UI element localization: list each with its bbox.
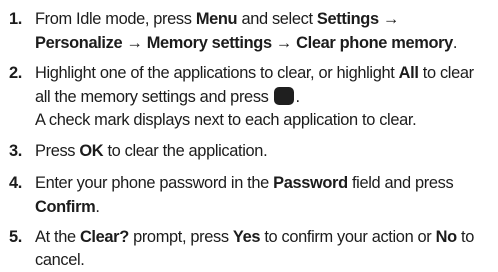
personalize-keyword: Personalize [35,34,123,52]
step-2-line-2: all the memory settings and press. [35,87,300,106]
step-4-line-2: Confirm. [35,198,100,216]
instruction-document: 1. From Idle mode, press Menu and select… [0,0,498,272]
step-number: 5. [9,228,22,246]
arrow-icon: → [271,34,297,52]
step-5-line-2: cancel. [35,251,85,269]
arrow-icon: → [122,34,147,52]
step-number: 4. [9,174,22,192]
memory-settings-keyword: Memory settings [146,34,272,52]
phone-select-key-icon [273,87,294,105]
confirm-keyword: Confirm [35,198,96,216]
step-1-line-2: Personalize → Memory settings → Clear ph… [35,34,458,52]
clear-prompt-keyword: Clear? [79,228,129,246]
arrow-icon: → [378,10,399,28]
settings-keyword: Settings [316,10,379,28]
ok-keyword: OK [79,142,104,160]
step-1-line-1: From Idle mode, press Menu and select Se… [35,10,399,28]
step-number: 3. [9,142,22,160]
step-2-line-1: Highlight one of the applications to cle… [35,64,474,82]
step-number: 1. [9,10,22,28]
step-3-line-1: Press OK to clear the application. [35,142,268,160]
menu-keyword: Menu [195,10,238,28]
clear-phone-memory-keyword: Clear phone memory [296,34,453,52]
password-keyword: Password [273,174,348,192]
step-5-line-1: At the Clear? prompt, press Yes to confi… [35,228,474,246]
step-2-line-3: A check mark displays next to each appli… [35,111,417,129]
all-keyword: All [398,64,419,82]
step-number: 2. [9,64,22,82]
yes-keyword: Yes [232,228,261,246]
step-4-line-1: Enter your phone password in the Passwor… [35,174,454,192]
no-keyword: No [435,228,458,246]
